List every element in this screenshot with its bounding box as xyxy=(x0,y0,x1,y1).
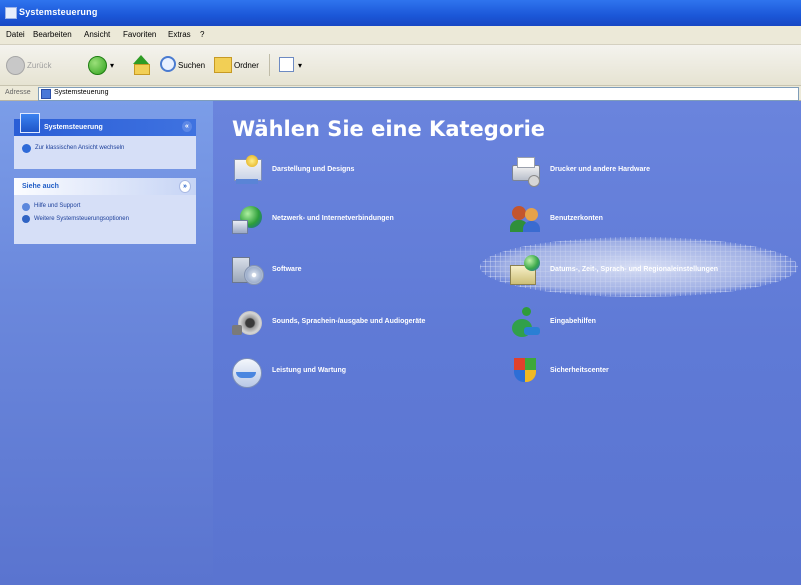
forward-button[interactable]: ▾ xyxy=(86,53,120,77)
forward-dropdown-icon: ▾ xyxy=(110,61,115,70)
views-icon xyxy=(279,57,294,72)
category-network[interactable]: Netzwerk- und Internetverbindungen xyxy=(232,204,472,238)
category-appearance[interactable]: Darstellung und Designs xyxy=(232,155,472,189)
menu-item-bearbeiten[interactable]: Bearbeiten xyxy=(33,30,72,39)
printer-hardware-icon xyxy=(510,155,542,187)
search-icon xyxy=(160,56,176,72)
help-support-icon xyxy=(22,203,30,211)
address-value: Systemsteuerung xyxy=(54,89,109,96)
date-time-language-icon xyxy=(510,255,542,287)
menu-bar: Datei Bearbeiten Ansicht Favoriten Extra… xyxy=(0,26,801,45)
category-label: Darstellung und Designs xyxy=(272,166,355,173)
address-label: Adresse xyxy=(5,89,31,96)
folder-icon xyxy=(134,64,150,75)
menu-item-datei[interactable]: Datei xyxy=(6,30,25,39)
address-control-panel-icon xyxy=(41,89,51,99)
forward-arrow-icon xyxy=(88,56,107,75)
category-label: Eingabehilfen xyxy=(550,318,596,325)
category-accessibility[interactable]: Eingabehilfen xyxy=(510,307,750,341)
see-also-box: Siehe auch » Hilfe und Support Weitere S… xyxy=(14,178,196,244)
task-pane: Systemsteuerung « Zur klassischen Ansich… xyxy=(0,101,213,585)
page-title: Wählen Sie eine Kategorie xyxy=(232,117,546,141)
menu-item-ansicht[interactable]: Ansicht xyxy=(84,30,110,39)
back-button[interactable]: Zurück xyxy=(4,53,66,77)
category-user-accounts[interactable]: Benutzerkonten xyxy=(510,204,750,238)
control-panel-box: Systemsteuerung « Zur klassischen Ansich… xyxy=(14,113,196,169)
address-bar: Adresse Systemsteuerung xyxy=(0,86,801,101)
see-also-title: Siehe auch xyxy=(22,183,59,190)
category-label: Netzwerk- und Internetverbindungen xyxy=(272,215,394,222)
switch-view-link[interactable]: Zur klassischen Ansicht wechseln xyxy=(22,144,192,156)
title-bar: Systemsteuerung xyxy=(0,0,801,26)
category-label: Drucker und andere Hardware xyxy=(550,166,650,173)
performance-monitor-icon xyxy=(232,356,264,388)
folders-label: Ordner xyxy=(234,61,259,70)
switch-view-icon xyxy=(22,144,31,153)
accessibility-icon xyxy=(510,307,542,339)
views-dropdown-icon: ▾ xyxy=(298,61,303,70)
network-globe-icon xyxy=(232,204,264,236)
security-shield-icon xyxy=(510,356,542,388)
see-also-help-link[interactable]: Hilfe und Support xyxy=(22,202,182,212)
more-options-label: Weitere Systemsteuerungsoptionen xyxy=(34,216,129,222)
control-panel-icon xyxy=(5,7,17,19)
category-software[interactable]: Software xyxy=(232,255,472,289)
folders-icon xyxy=(214,57,232,73)
control-panel-box-header[interactable]: Systemsteuerung « xyxy=(14,113,196,136)
search-label: Suchen xyxy=(178,61,206,70)
category-label: Datums-, Zeit-, Sprach- und Regionaleins… xyxy=(550,266,719,273)
category-date-time-language[interactable]: Datums-, Zeit-, Sprach- und Regionaleins… xyxy=(510,255,800,289)
category-security-center[interactable]: Sicherheitscenter xyxy=(510,356,750,390)
category-performance[interactable]: Leistung und Wartung xyxy=(232,356,472,390)
menu-item-favoriten[interactable]: Favoriten xyxy=(123,30,156,39)
up-folder-button[interactable] xyxy=(130,53,152,77)
switch-view-label: Zur klassischen Ansicht wechseln xyxy=(35,145,125,151)
category-label: Benutzerkonten xyxy=(550,215,603,222)
see-also-options-link[interactable]: Weitere Systemsteuerungsoptionen xyxy=(22,214,182,234)
help-support-label: Hilfe und Support xyxy=(34,203,81,209)
category-label: Leistung und Wartung xyxy=(272,367,347,374)
address-field[interactable]: Systemsteuerung xyxy=(38,87,799,101)
toolbar: Zurück ▾ Suchen Ordner ▾ xyxy=(0,45,801,86)
category-label: Sounds, Sprachein-/ausgabe und Audiogerä… xyxy=(272,318,426,325)
menu-item-extras[interactable]: Extras xyxy=(168,30,191,39)
control-panel-box-title: Systemsteuerung xyxy=(44,124,103,131)
views-button[interactable]: ▾ xyxy=(276,53,312,77)
software-box-icon xyxy=(232,255,264,287)
window-title: Systemsteuerung xyxy=(19,7,98,17)
up-arrow-icon xyxy=(133,55,149,64)
sounds-speaker-icon xyxy=(232,307,264,339)
back-arrow-icon xyxy=(6,56,25,75)
category-sounds[interactable]: Sounds, Sprachein-/ausgabe und Audiogerä… xyxy=(232,307,492,341)
see-also-box-header[interactable]: Siehe auch » xyxy=(14,178,196,195)
appearance-themes-icon xyxy=(232,155,264,187)
expand-icon[interactable]: » xyxy=(179,180,191,193)
category-label: Software xyxy=(272,266,302,273)
search-button[interactable]: Suchen xyxy=(158,53,208,77)
menu-item-help[interactable]: ? xyxy=(200,30,204,39)
back-label: Zurück xyxy=(27,61,52,70)
more-options-icon xyxy=(22,215,30,223)
category-label: Sicherheitscenter xyxy=(550,367,609,374)
collapse-icon[interactable]: « xyxy=(182,121,192,132)
user-accounts-icon xyxy=(510,204,542,236)
toolbar-separator xyxy=(269,54,270,76)
control-panel-header-icon xyxy=(20,113,40,133)
folders-button[interactable]: Ordner xyxy=(212,53,264,77)
category-printers[interactable]: Drucker und andere Hardware xyxy=(510,155,750,189)
